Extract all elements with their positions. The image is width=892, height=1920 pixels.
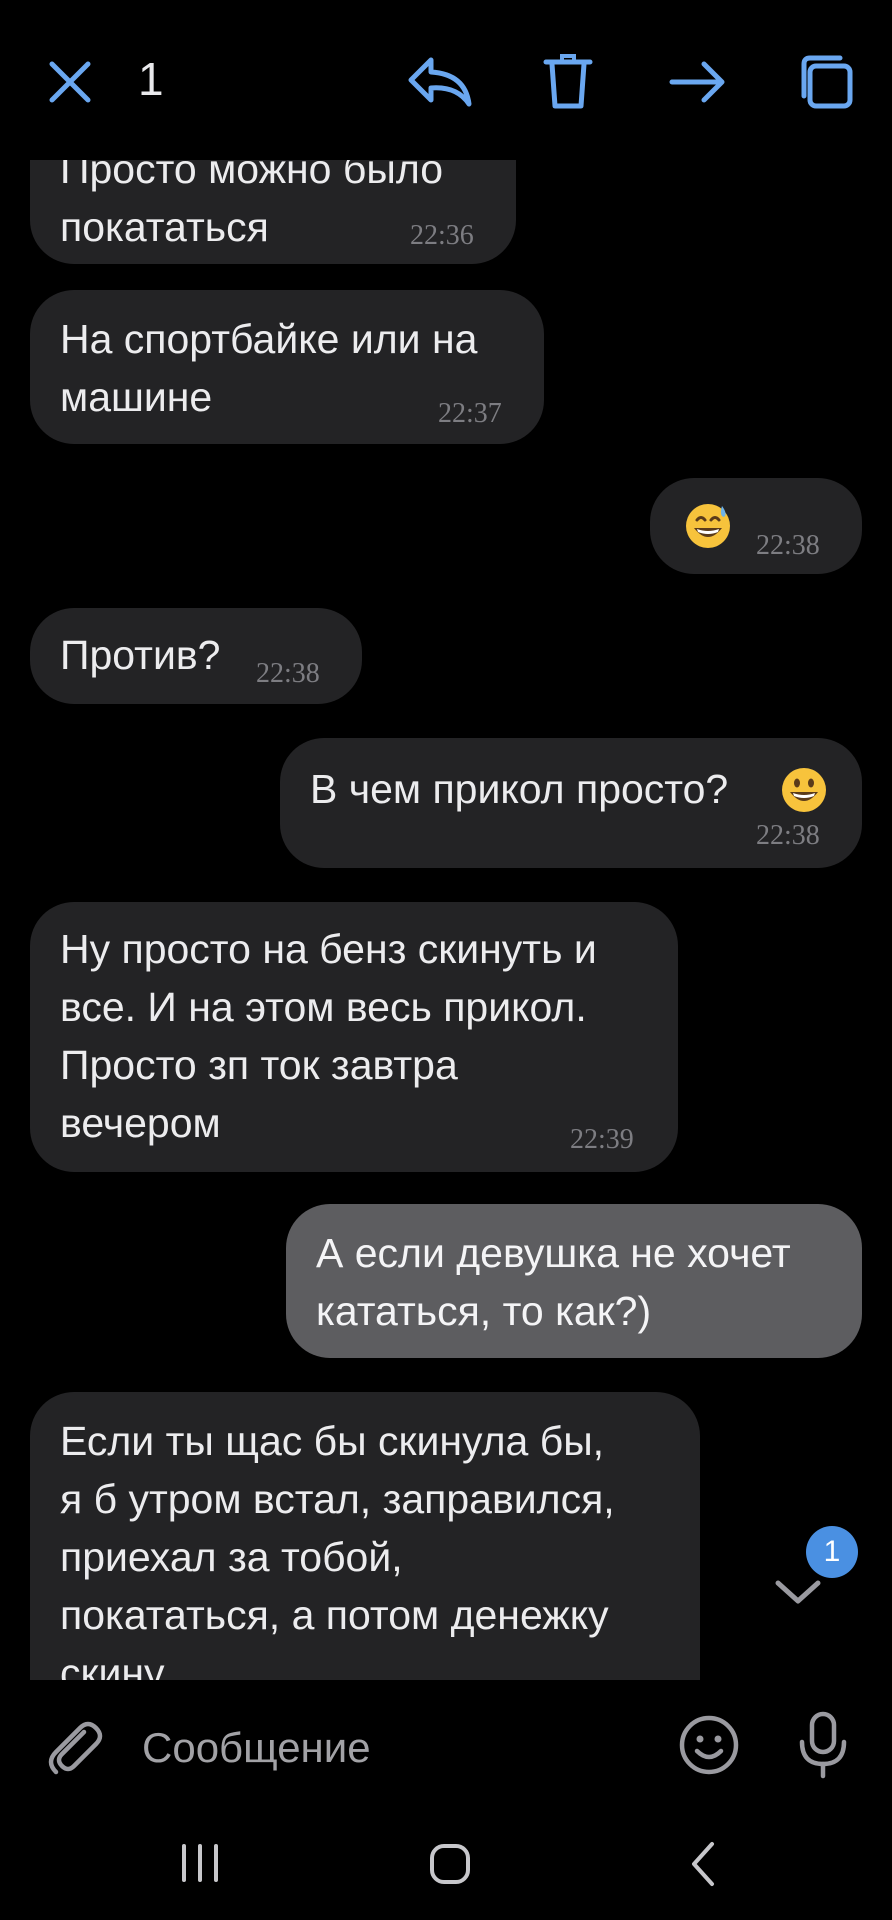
message-list[interactable]: Просто можно было покататься 22:36 На сп…	[0, 0, 892, 1680]
reply-icon[interactable]	[402, 44, 478, 120]
message-time: 22:36	[410, 220, 474, 251]
selection-toolbar: 1	[0, 0, 892, 160]
back-icon[interactable]	[676, 1834, 732, 1894]
message-text: Если ты щас бы скинула бы, я б утром вст…	[60, 1418, 615, 1680]
forward-icon[interactable]	[660, 44, 736, 120]
grinning-emoji	[782, 768, 826, 812]
message-time: 22:38	[756, 530, 820, 561]
message-composer: Сообщение	[0, 1680, 892, 1810]
microphone-icon[interactable]	[790, 1710, 856, 1780]
message-bubble-outgoing[interactable]: 22:38	[650, 478, 862, 574]
message-time: 22:37	[438, 398, 502, 429]
copy-icon[interactable]	[788, 44, 864, 120]
message-bubble-selected[interactable]: А если девушка не хочет кататься, то как…	[286, 1204, 862, 1358]
message-bubble-incoming[interactable]: Если ты щас бы скинула бы, я б утром вст…	[30, 1392, 700, 1680]
message-bubble-incoming[interactable]: Ну просто на бенз скинуть и все. И на эт…	[30, 902, 678, 1172]
message-text: На спортбайке или на машине	[60, 316, 478, 420]
message-bubble-incoming[interactable]: На спортбайке или на машине 22:37	[30, 290, 544, 444]
system-navigation-bar	[0, 1810, 892, 1920]
message-time: 22:39	[570, 1124, 634, 1155]
message-text: Ну просто на бенз скинуть и все. И на эт…	[60, 926, 597, 1146]
message-bubble-incoming[interactable]: Против? 22:38	[30, 608, 362, 704]
unread-badge: 1	[806, 1526, 858, 1578]
message-text: Против?	[60, 632, 221, 678]
close-icon[interactable]	[32, 44, 108, 120]
selected-count: 1	[138, 53, 164, 105]
message-text: В чем прикол просто?	[310, 766, 729, 812]
home-icon[interactable]	[420, 1834, 480, 1894]
message-input[interactable]: Сообщение	[142, 1724, 371, 1772]
emoji-icon[interactable]	[676, 1712, 742, 1778]
attach-icon[interactable]	[38, 1710, 108, 1780]
grinning-sweat-emoji	[686, 504, 730, 548]
recents-icon[interactable]	[170, 1838, 230, 1888]
message-text: А если девушка не хочет кататься, то как…	[316, 1230, 791, 1334]
message-time: 22:38	[256, 658, 320, 689]
message-time: 22:38	[756, 820, 820, 851]
message-bubble-outgoing[interactable]: В чем прикол просто? 22:38	[280, 738, 862, 868]
delete-icon[interactable]	[530, 44, 606, 120]
